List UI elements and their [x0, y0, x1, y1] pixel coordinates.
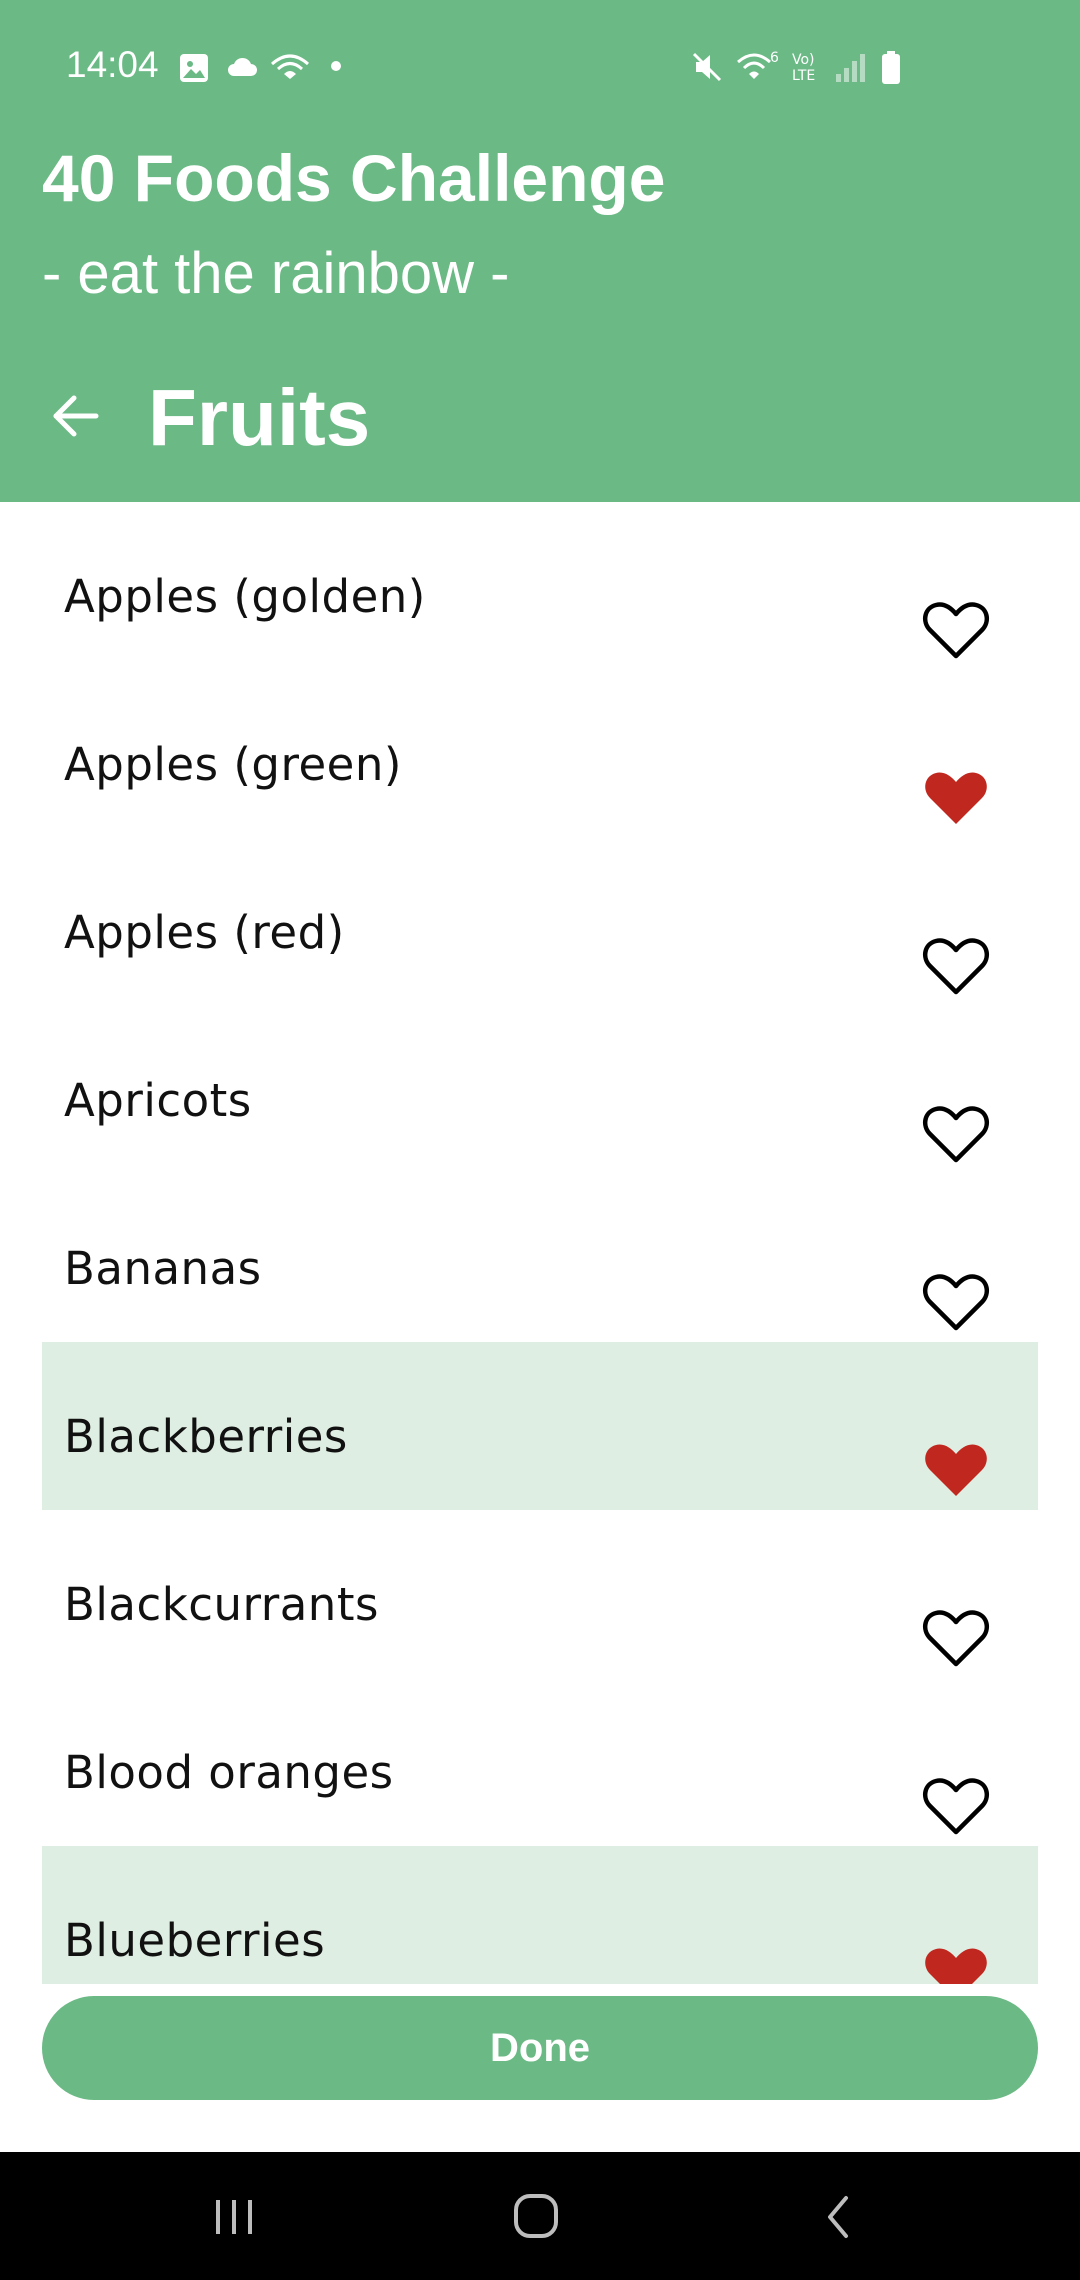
list-item[interactable]: Blackberries — [42, 1342, 1038, 1510]
heart-filled-icon[interactable] — [922, 768, 990, 828]
item-label: Blackberries — [64, 1410, 348, 1463]
image-icon — [180, 54, 208, 82]
heart-filled-icon[interactable] — [922, 1944, 990, 1984]
app-subtitle: - eat the rainbow - — [42, 241, 510, 306]
heart-filled-icon[interactable] — [922, 1440, 990, 1500]
list-item[interactable]: Blood oranges — [42, 1678, 1038, 1846]
list-item[interactable]: Blackcurrants — [42, 1510, 1038, 1678]
item-label: Apples (golden) — [64, 570, 426, 623]
svg-text:Vo): Vo) — [792, 52, 815, 68]
list-item[interactable]: Apples (green) — [42, 670, 1038, 838]
list-item[interactable]: Apples (red) — [42, 838, 1038, 1006]
system-nav-bar — [0, 2152, 1080, 2280]
item-label: Apples (green) — [64, 738, 402, 791]
back-button[interactable] — [40, 380, 112, 452]
done-button[interactable]: Done — [42, 1996, 1038, 2100]
item-label: Blueberries — [64, 1914, 326, 1967]
mute-icon — [692, 52, 722, 82]
app-title: 40 Foods Challenge — [42, 141, 666, 215]
item-label: Bananas — [64, 1242, 262, 1295]
wifi-6-icon: 6 — [737, 50, 779, 79]
arrow-left-icon — [53, 395, 99, 437]
item-label: Blackcurrants — [64, 1578, 379, 1631]
cloud-icon — [228, 57, 257, 76]
heart-outline-icon[interactable] — [922, 936, 990, 996]
list-item[interactable]: Apples (golden) — [42, 502, 1038, 670]
status-bar: 14:04 6 Vo) LTE — [0, 0, 1080, 135]
section-title: Fruits — [148, 373, 371, 462]
svg-text:6: 6 — [770, 50, 779, 66]
done-button-label: Done — [490, 2025, 590, 2070]
food-list: Apples (golden) Apples (green) Apples (red… — [42, 502, 1038, 1984]
item-label: Apples (red) — [64, 906, 345, 959]
battery-icon — [882, 51, 900, 84]
dot-icon — [331, 61, 341, 71]
svg-text:LTE: LTE — [792, 68, 815, 84]
recent-apps-icon[interactable] — [194, 2182, 274, 2252]
status-time: 14:04 — [66, 44, 159, 85]
list-item[interactable]: Bananas — [42, 1174, 1038, 1342]
heart-outline-icon[interactable] — [922, 1776, 990, 1836]
app-header: 14:04 6 Vo) LTE 40 Foods Challenge - eat… — [0, 0, 1080, 502]
heart-outline-icon[interactable] — [922, 600, 990, 660]
signal-icon — [836, 54, 865, 82]
heart-outline-icon[interactable] — [922, 1608, 990, 1668]
item-label: Apricots — [64, 1074, 252, 1127]
list-item[interactable]: Blueberries — [42, 1846, 1038, 1984]
heart-outline-icon[interactable] — [922, 1272, 990, 1332]
back-nav-icon[interactable] — [800, 2182, 880, 2252]
list-item[interactable]: Apricots — [42, 1006, 1038, 1174]
home-icon[interactable] — [496, 2182, 576, 2252]
volte-icon: Vo) LTE — [792, 52, 815, 84]
heart-outline-icon[interactable] — [922, 1104, 990, 1164]
item-label: Blood oranges — [64, 1746, 394, 1799]
wifi-calling-icon — [271, 54, 309, 79]
